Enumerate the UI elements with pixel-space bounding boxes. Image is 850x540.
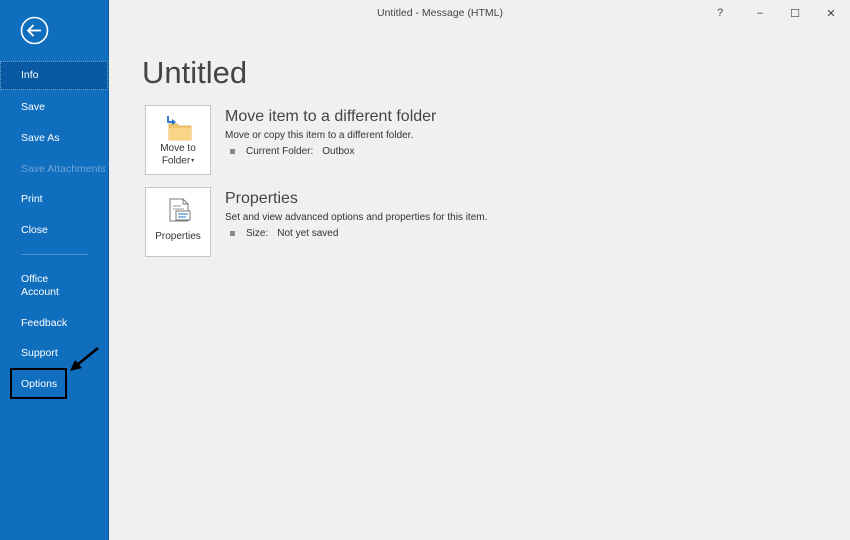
pointer-arrow-icon	[70, 346, 99, 371]
help-button[interactable]: ?	[710, 4, 730, 22]
bullet-icon	[230, 149, 235, 154]
current-folder-row: Current Folder: Outbox	[230, 146, 355, 157]
options-highlight-box	[10, 368, 67, 399]
maximize-button[interactable]: ☐	[785, 4, 805, 22]
office-account-label-line1: Office	[21, 273, 49, 285]
nav-item-save[interactable]: Save	[0, 101, 108, 114]
back-arrow-icon	[20, 16, 49, 45]
move-section-heading: Move item to a different folder	[225, 108, 437, 125]
move-tile-label-folder: Folder	[161, 155, 191, 167]
size-value: Not yet saved	[277, 228, 339, 239]
move-to-folder-button[interactable]: Move to Folder▾	[145, 105, 211, 175]
current-folder-label: Current Folder:	[246, 146, 314, 157]
move-tile-label-line1: Move to	[160, 143, 196, 154]
nav-item-feedback[interactable]: Feedback	[0, 317, 108, 330]
back-button[interactable]	[20, 16, 49, 45]
sidebar-divider	[21, 254, 88, 255]
properties-button[interactable]: Properties	[145, 187, 211, 257]
bullet-icon	[230, 231, 235, 236]
properties-document-icon	[169, 198, 191, 222]
nav-item-office-account[interactable]: Office Account	[0, 273, 108, 299]
nav-item-info[interactable]: Info	[0, 61, 108, 90]
nav-item-save-as[interactable]: Save As	[0, 132, 108, 145]
properties-tile-label: Properties	[155, 231, 201, 242]
office-account-label-line2: Account	[21, 286, 59, 298]
size-row: Size: Not yet saved	[230, 228, 338, 239]
move-tile-label-line2: Folder▾	[146, 155, 210, 168]
current-folder-value: Outbox	[322, 146, 355, 157]
properties-section-heading: Properties	[225, 190, 298, 207]
size-label: Size:	[246, 228, 269, 239]
page-title: Untitled	[142, 55, 248, 90]
chevron-down-icon: ▾	[191, 158, 195, 164]
nav-item-close[interactable]: Close	[0, 224, 108, 237]
nav-item-print[interactable]: Print	[0, 193, 108, 206]
properties-section-description: Set and view advanced options and proper…	[225, 212, 488, 223]
minimize-button[interactable]: –	[750, 4, 770, 22]
folder-move-icon	[167, 116, 192, 141]
move-section-description: Move or copy this item to a different fo…	[225, 130, 414, 141]
close-window-button[interactable]: ✕	[821, 4, 841, 22]
backstage-sidebar: Info Save Save As Save Attachments Print…	[0, 0, 109, 540]
nav-item-save-attachments: Save Attachments	[21, 163, 106, 175]
